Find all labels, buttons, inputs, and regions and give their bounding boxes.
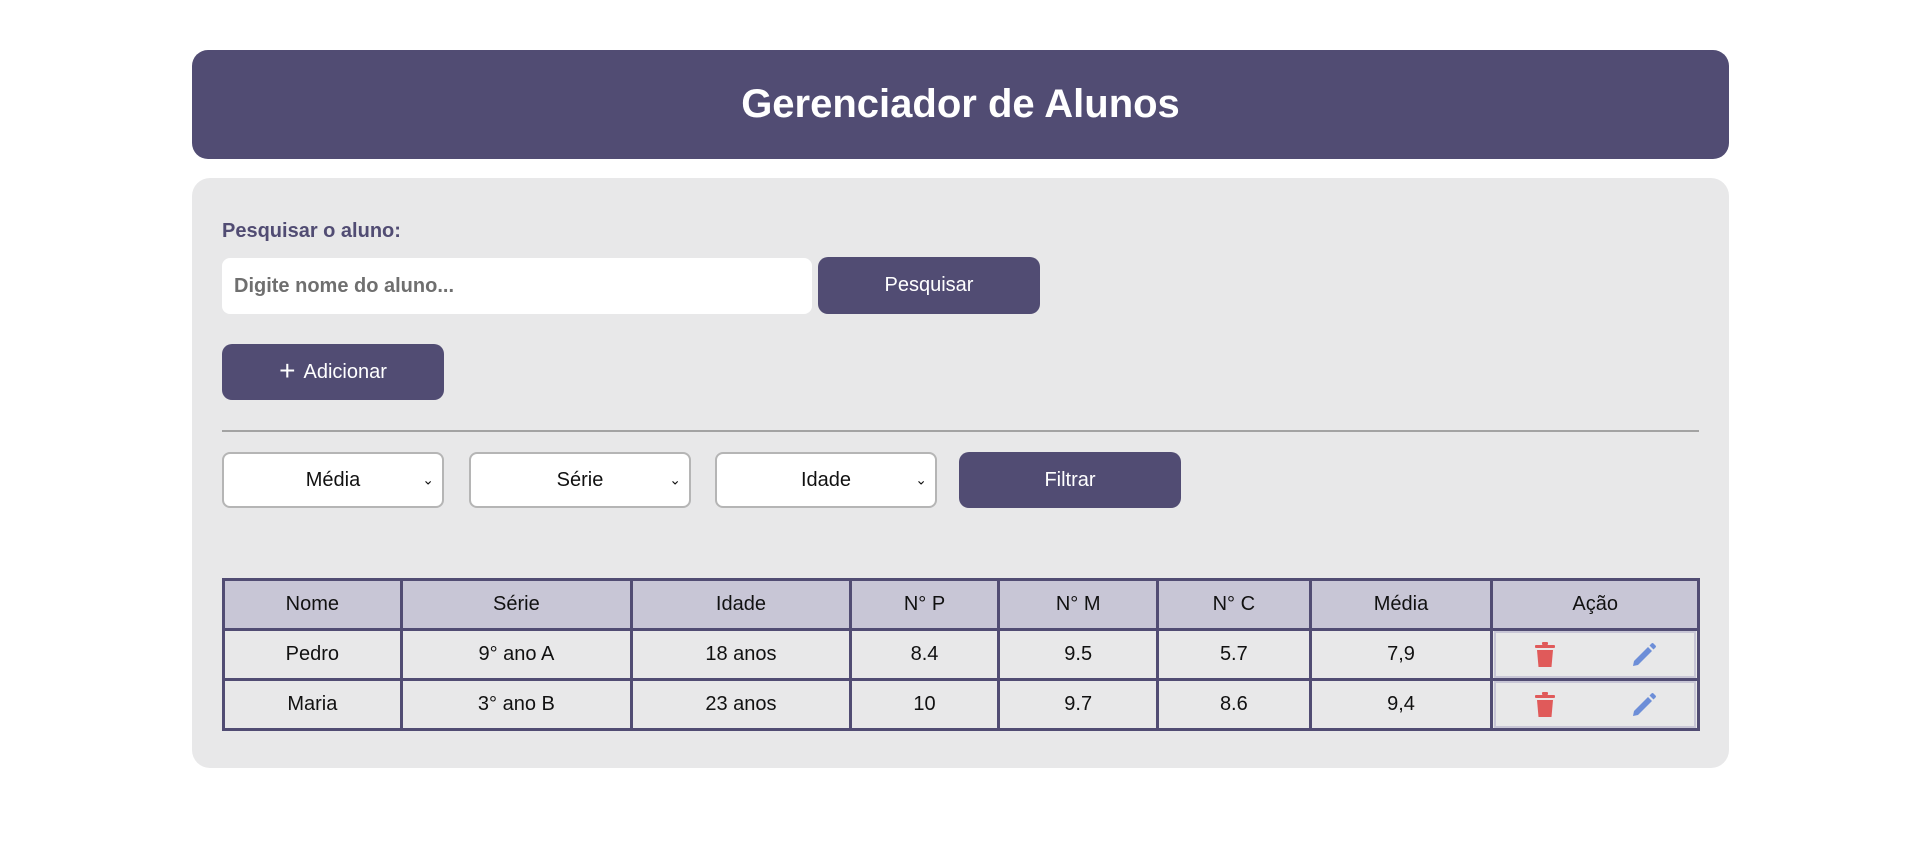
column-header-acao: Ação: [1490, 578, 1700, 631]
cell-idade: 23 anos: [630, 678, 852, 731]
app-header: Gerenciador de Alunos: [192, 50, 1729, 159]
column-header-nc: N° C: [1156, 578, 1312, 631]
cell-nc: 5.7: [1156, 628, 1312, 681]
cell-idade: 18 anos: [630, 628, 852, 681]
column-header-nome: Nome: [222, 578, 403, 631]
students-table: Nome Série Idade N° P N° M N° C Média Aç…: [222, 578, 1700, 731]
cell-nc: 8.6: [1156, 678, 1312, 731]
cell-media: 7,9: [1308, 628, 1494, 681]
cell-np: 10: [848, 678, 1001, 731]
cell-nm: 9.7: [997, 678, 1160, 731]
pencil-icon[interactable]: [1631, 642, 1657, 668]
media-filter-select[interactable]: Média ⌄: [222, 452, 444, 508]
table-header-row: Nome Série Idade N° P N° M N° C Média Aç…: [222, 578, 1700, 631]
search-button[interactable]: Pesquisar: [818, 257, 1040, 314]
search-input[interactable]: [222, 258, 812, 314]
add-button-label: Adicionar: [303, 360, 387, 383]
idade-filter-select[interactable]: Idade ⌄: [715, 452, 937, 508]
pencil-icon[interactable]: [1631, 692, 1657, 718]
search-label: Pesquisar o aluno:: [222, 220, 401, 242]
cell-acao: [1490, 678, 1700, 731]
chevron-down-icon: ⌄: [422, 471, 434, 488]
cell-nm: 9.5: [997, 628, 1160, 681]
page-title: Gerenciador de Alunos: [741, 82, 1180, 126]
serie-filter-select[interactable]: Série ⌄: [469, 452, 691, 508]
media-filter-value: Média: [305, 468, 361, 491]
plus-icon: +: [279, 354, 296, 386]
idade-filter-value: Idade: [800, 468, 852, 491]
table-row: Maria 3° ano B 23 anos 10 9.7 8.6 9,4: [222, 678, 1700, 731]
action-group: [1494, 681, 1696, 728]
column-header-serie: Série: [399, 578, 634, 631]
cell-serie: 3° ano B: [399, 678, 634, 731]
column-header-np: N° P: [848, 578, 1001, 631]
action-group: [1494, 631, 1696, 678]
filter-button-label: Filtrar: [1044, 468, 1096, 491]
chevron-down-icon: ⌄: [915, 471, 927, 488]
serie-filter-value: Série: [556, 468, 604, 491]
cell-media: 9,4: [1308, 678, 1494, 731]
search-button-label: Pesquisar: [884, 274, 974, 296]
cell-np: 8.4: [848, 628, 1001, 681]
column-header-nm: N° M: [997, 578, 1160, 631]
trash-icon[interactable]: [1534, 641, 1556, 668]
chevron-down-icon: ⌄: [669, 471, 681, 488]
divider: [222, 430, 1699, 432]
column-header-idade: Idade: [630, 578, 852, 631]
cell-nome: Maria: [222, 678, 403, 731]
table-row: Pedro 9° ano A 18 anos 8.4 9.5 5.7 7,9: [222, 628, 1700, 681]
add-student-button[interactable]: + Adicionar: [222, 344, 444, 400]
filter-button[interactable]: Filtrar: [959, 452, 1181, 508]
cell-nome: Pedro: [222, 628, 403, 681]
trash-icon[interactable]: [1534, 691, 1556, 718]
cell-serie: 9° ano A: [399, 628, 634, 681]
column-header-media: Média: [1308, 578, 1494, 631]
cell-acao: [1490, 628, 1700, 681]
main-panel: Pesquisar o aluno: Pesquisar + Adicionar…: [192, 178, 1729, 768]
